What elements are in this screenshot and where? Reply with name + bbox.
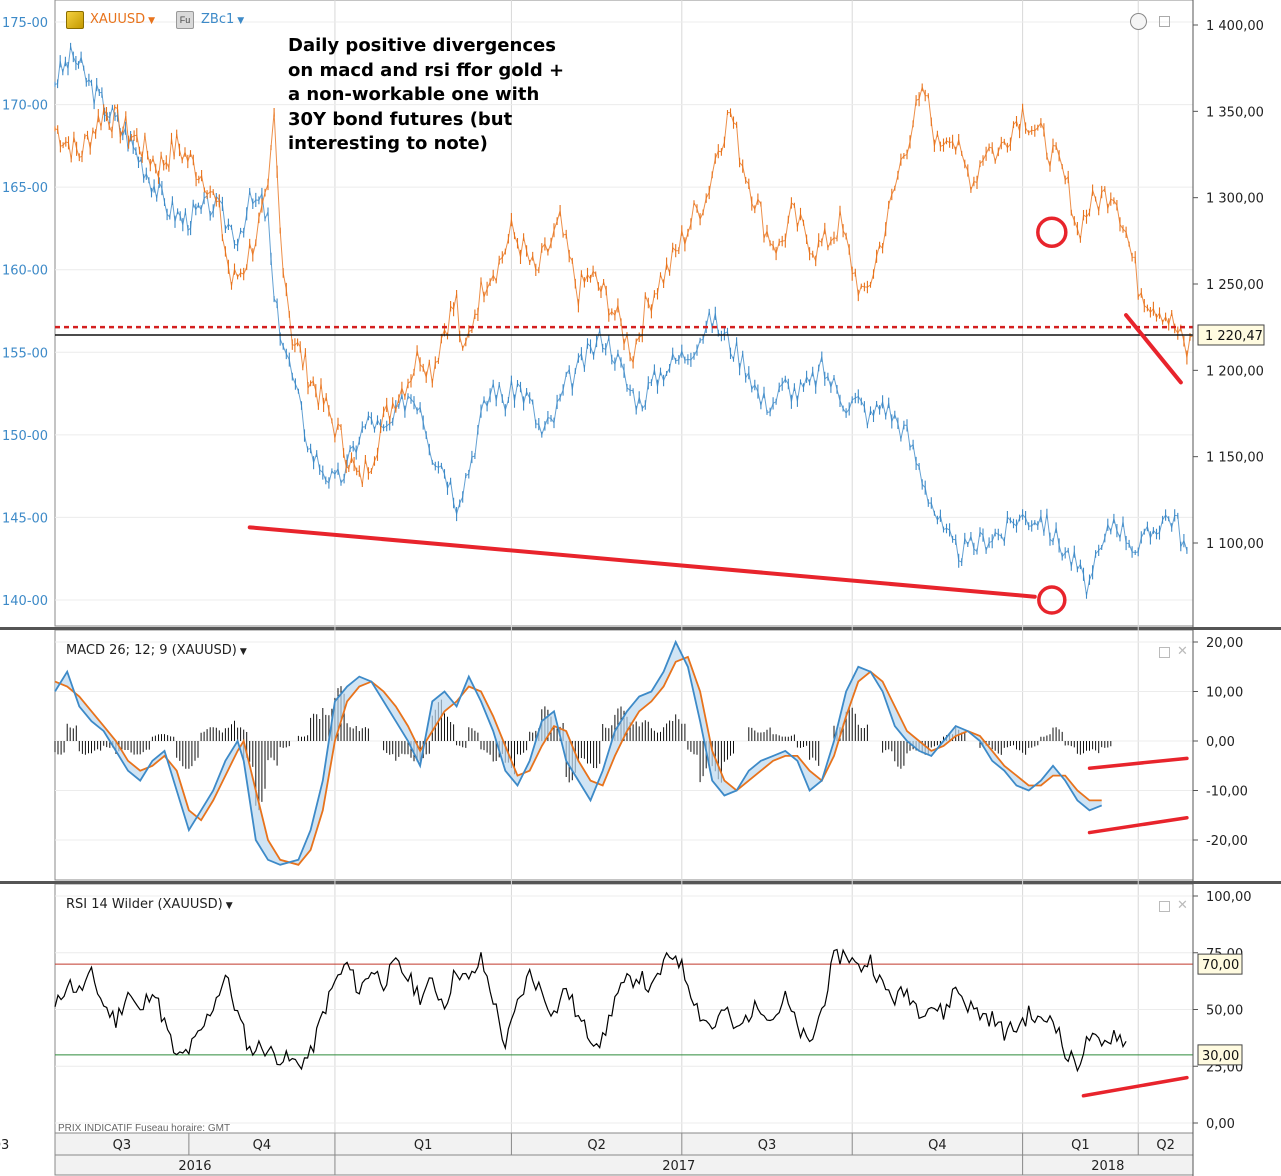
macd-tick-label: 20,00 bbox=[1206, 636, 1243, 651]
quarter-label: Q1 bbox=[1071, 1138, 1090, 1153]
chart-window: 140-00 145-00 150-00 155-00 160-00 165-00 170-… bbox=[0, 0, 1281, 1176]
chart-annotation: Daily positive divergences on macd and r… bbox=[288, 35, 565, 154]
rsi-title: RSI 14 Wilder (XAUUSD) bbox=[66, 897, 223, 912]
chart-canvas: 140-00 145-00 150-00 155-00 160-00 165-00 170-… bbox=[0, 0, 1281, 1176]
clock-icon[interactable] bbox=[1130, 13, 1147, 30]
year-label: 2016 bbox=[178, 1159, 211, 1174]
rsi-tick-label: 50,00 bbox=[1206, 1004, 1243, 1019]
series-selector-xauusd[interactable]: XAUUSD ▼ bbox=[90, 12, 155, 27]
chevron-down-icon: ▼ bbox=[148, 16, 156, 26]
quarter-label: Q3 bbox=[0, 1138, 9, 1153]
last-price-label: 1 220,47 bbox=[1205, 329, 1263, 344]
right-axis-tick-label: 1 250,00 bbox=[1206, 278, 1264, 293]
macd-tick-label: 10,00 bbox=[1206, 686, 1243, 701]
left-axis-tick-label: 150-00 bbox=[2, 429, 48, 444]
gold-bar-icon bbox=[66, 11, 84, 29]
panel-divider bbox=[0, 627, 1281, 630]
left-axis-tick-label: 175-00 bbox=[2, 16, 48, 31]
right-axis-tick-label: 1 400,00 bbox=[1206, 19, 1264, 34]
chevron-down-icon: ▼ bbox=[225, 901, 233, 911]
macd-tick-label: -10,00 bbox=[1206, 785, 1248, 800]
rsi-tick-label: 100,00 bbox=[1206, 890, 1252, 905]
left-axis-tick-label: 140-00 bbox=[2, 594, 48, 609]
left-axis-tick-label: 155-00 bbox=[2, 346, 48, 361]
right-axis-tick-label: 1 300,00 bbox=[1206, 192, 1264, 207]
quarter-label: Q2 bbox=[587, 1138, 606, 1153]
right-axis-tick-label: 1 350,00 bbox=[1206, 105, 1264, 120]
maximize-icon[interactable] bbox=[1159, 16, 1170, 27]
futures-icon: Fu bbox=[176, 11, 194, 29]
quarter-label: Q3 bbox=[758, 1138, 777, 1153]
quarter-label: Q4 bbox=[253, 1138, 272, 1153]
macd-title: MACD 26; 12; 9 (XAUUSD) bbox=[66, 643, 237, 658]
macd-tick-label: -20,00 bbox=[1206, 834, 1248, 849]
macd-indicator-selector[interactable]: MACD 26; 12; 9 (XAUUSD) ▼ bbox=[66, 643, 247, 658]
close-icon[interactable]: ✕ bbox=[1177, 897, 1188, 913]
right-axis-tick-label: 1 200,00 bbox=[1206, 364, 1264, 379]
chevron-down-icon: ▼ bbox=[237, 16, 245, 26]
rsi-level-label: 70,00 bbox=[1202, 958, 1239, 973]
macd-tick-label: 0,00 bbox=[1206, 735, 1235, 750]
right-axis-tick-label: 1 100,00 bbox=[1206, 537, 1264, 552]
series1-label: XAUUSD bbox=[90, 12, 146, 27]
close-icon[interactable]: ✕ bbox=[1177, 643, 1188, 659]
left-axis-tick-label: 165-00 bbox=[2, 181, 48, 196]
series2-label: ZBc1 bbox=[201, 12, 235, 27]
left-axis-tick-label: 145-00 bbox=[2, 511, 48, 526]
year-label: 2018 bbox=[1091, 1159, 1124, 1174]
year-label: 2017 bbox=[662, 1159, 695, 1174]
left-axis-tick-label: 160-00 bbox=[2, 264, 48, 279]
rsi-level-label: 30,00 bbox=[1202, 1049, 1239, 1064]
quarter-label: Q2 bbox=[1156, 1138, 1175, 1153]
quarter-label: Q1 bbox=[414, 1138, 433, 1153]
chevron-down-icon: ▼ bbox=[239, 647, 247, 657]
panel-divider bbox=[0, 881, 1281, 884]
maximize-icon[interactable] bbox=[1159, 647, 1170, 658]
rsi-tick-label: 0,00 bbox=[1206, 1117, 1235, 1132]
right-axis-tick-label: 1 150,00 bbox=[1206, 451, 1264, 466]
left-axis-tick-label: 170-00 bbox=[2, 99, 48, 114]
maximize-icon[interactable] bbox=[1159, 901, 1170, 912]
quarter-label: Q3 bbox=[113, 1138, 132, 1153]
rsi-indicator-selector[interactable]: RSI 14 Wilder (XAUUSD) ▼ bbox=[66, 897, 233, 912]
series-selector-zbc1[interactable]: ZBc1 ▼ bbox=[201, 12, 244, 27]
source-note: PRIX INDICATIF Fuseau horaire: GMT bbox=[58, 1123, 231, 1134]
quarter-label: Q4 bbox=[928, 1138, 947, 1153]
